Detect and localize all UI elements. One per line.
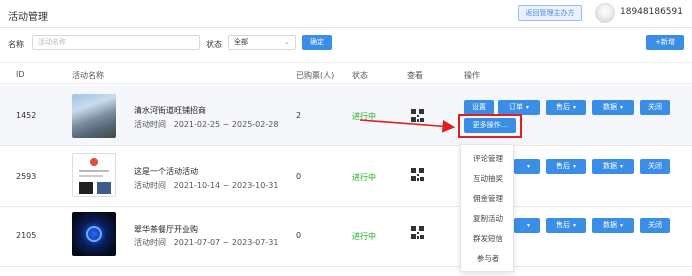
aftersale-label: 售后 [555,162,570,170]
chevron-down-icon: ▾ [619,163,623,170]
row-id: 1452 [16,111,37,120]
top-bar: 活动管理 返回管理主办方 18948186591 ⌄ [0,0,692,28]
col-name: 活动名称 [72,71,104,80]
close-activity-button[interactable]: 关闭 [640,159,670,174]
aftersale-label: 售后 [555,221,570,229]
activity-thumbnail [72,94,116,138]
aftersale-label: 售后 [555,103,570,111]
activity-time: 2021-02-25 ~ 2025-02-28 [173,120,279,129]
qrcode-icon[interactable] [411,226,424,239]
chevron-down-icon: ▾ [572,163,576,170]
page: 活动管理 返回管理主办方 18948186591 ⌄ 名称 活动名称 状态 全部… [0,0,692,276]
name-search-input[interactable]: 活动名称 [32,35,200,50]
menu-item-lottery[interactable]: 互动抽奖 [461,173,515,184]
table-row: 2105 翠华茶餐厅开业购 活动时间 2021-07-07 ~ 2023-07-… [0,207,692,267]
close-activity-button[interactable]: 关闭 [640,218,670,233]
chevron-down-icon: ▾ [619,222,623,229]
table-row: 2593 这是一个活动活动 活动时间 2021-10-14 ~ 2023-10-… [0,146,692,207]
time-label: 活动时间 [134,181,166,190]
name-filter-label: 名称 [8,40,24,49]
data-button[interactable]: 数据 ▾ [592,218,634,233]
status-badge: 进行中 [352,232,376,241]
sold-count: 0 [296,172,302,181]
sold-count: 0 [296,231,302,240]
activity-time: 2021-07-07 ~ 2023-07-31 [173,238,279,247]
aftersale-button[interactable]: 售后 ▾ [546,100,586,115]
more-actions-menu: 评论管理 互动抽奖 佣金管理 复制活动 群发短信 参与者 [460,144,514,272]
status-badge: 进行中 [352,173,376,182]
activity-time: 2021-10-14 ~ 2023-10-31 [173,181,279,190]
row-id: 2105 [16,231,37,240]
chevron-down-icon: ▾ [526,222,530,229]
time-label: 活动时间 [134,238,166,247]
chevron-down-icon: ▾ [572,104,576,111]
data-button[interactable]: 数据 ▾ [592,100,634,115]
col-ops: 操作 [464,71,480,80]
status-filter-label: 状态 [206,40,222,49]
chevron-down-icon: ⌄ [284,38,290,46]
data-label: 数据 [602,162,617,170]
activity-name[interactable]: 这是一个活动活动 [134,166,198,177]
orders-button-partial[interactable]: ▾ [514,159,540,174]
close-activity-button[interactable]: 关闭 [640,100,670,115]
user-phone[interactable]: 18948186591 [620,7,683,17]
orders-button[interactable]: 订单 ▾ [498,100,540,115]
table-header: ID 活动名称 已购票(人) 状态 查看 操作 [0,62,692,84]
activity-thumbnail [72,212,116,256]
chevron-down-icon: ▾ [526,163,530,170]
chevron-down-icon[interactable]: ⌄ [677,8,683,16]
status-badge: 进行中 [352,112,376,121]
confirm-button[interactable]: 确定 [302,35,332,50]
orders-label: 订单 [508,103,523,111]
return-organizer-button[interactable]: 返回管理主办方 [518,5,582,21]
orders-button-partial[interactable]: ▾ [514,218,540,233]
settings-button[interactable]: 设置 [464,100,494,115]
qrcode-icon[interactable] [411,109,424,122]
chevron-down-icon: ▾ [572,222,576,229]
add-activity-button[interactable]: +新增 [646,35,684,50]
col-view: 查看 [407,71,423,80]
col-sold: 已购票(人) [296,71,335,80]
activity-thumbnail [72,153,116,197]
page-title: 活动管理 [8,12,48,23]
time-label: 活动时间 [134,120,166,129]
data-button[interactable]: 数据 ▾ [592,159,634,174]
sold-count: 2 [296,111,302,120]
menu-item-bulk-sms[interactable]: 群发短信 [461,233,515,244]
data-label: 数据 [602,103,617,111]
status-select-value: 全部 [234,38,248,46]
more-actions-button[interactable]: 更多操作... [464,118,516,133]
menu-item-commission[interactable]: 佣金管理 [461,193,515,204]
qrcode-icon[interactable] [411,168,424,181]
activity-name[interactable]: 翠华茶餐厅开业购 [134,224,198,235]
chevron-down-icon: ▾ [619,104,623,111]
col-status: 状态 [352,71,368,80]
data-label: 数据 [602,221,617,229]
chevron-down-icon: ▾ [525,104,529,111]
table-row: 1452 清水河街道旺铺招商 活动时间 2021-02-25 ~ 2025-02… [0,85,692,146]
menu-item-comments[interactable]: 评论管理 [461,153,515,164]
activity-name[interactable]: 清水河街道旺铺招商 [134,105,206,116]
status-select[interactable]: 全部 ⌄ [228,35,296,50]
aftersale-button[interactable]: 售后 ▾ [546,159,586,174]
aftersale-button[interactable]: 售后 ▾ [546,218,586,233]
menu-item-copy-activity[interactable]: 复制活动 [461,213,515,224]
menu-item-participants[interactable]: 参与者 [461,253,515,264]
col-id: ID [16,70,25,79]
row-id: 2593 [16,172,37,181]
avatar[interactable] [595,3,615,23]
